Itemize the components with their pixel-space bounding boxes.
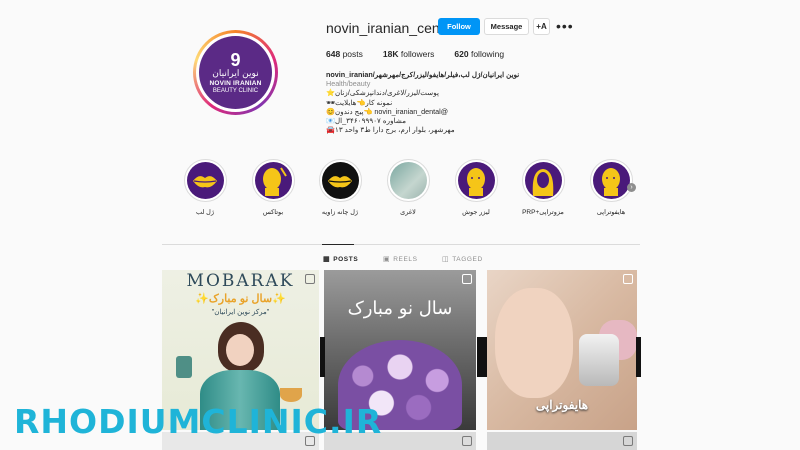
tab-reels[interactable]: ▣ REELS bbox=[383, 255, 418, 264]
post-title: ✨سال نو مبارک✨ bbox=[195, 293, 286, 305]
highlight-lip-gel[interactable]: ژل لب bbox=[175, 159, 235, 216]
post-title: هایفوتراپی bbox=[535, 398, 589, 412]
reels-icon: ▣ bbox=[383, 256, 391, 263]
illustration-vase bbox=[176, 356, 192, 378]
highlight-label: هایفوتراپی bbox=[596, 209, 626, 216]
highlight-ring bbox=[589, 159, 633, 202]
tab-reels-label: REELS bbox=[393, 255, 418, 263]
bio-category: Health/beauty bbox=[326, 79, 371, 89]
following-count: 620 bbox=[454, 49, 469, 59]
face-photo bbox=[495, 288, 573, 398]
grid-icon: ▦ bbox=[323, 256, 331, 263]
highlight-botox[interactable]: بوتاکس bbox=[243, 159, 303, 216]
face-icon bbox=[457, 162, 495, 199]
add-user-icon: +A bbox=[536, 22, 547, 31]
suggest-user-button[interactable]: +A bbox=[533, 18, 550, 35]
avatar-frame: 9 نوین ایرانیان NOVIN IRANIAN BEAUTY CLI… bbox=[196, 33, 275, 112]
highlight-label: لاغری bbox=[400, 209, 416, 216]
post-title: سال نو مبارک bbox=[347, 298, 453, 319]
profile-avatar[interactable]: 9 نوین ایرانیان NOVIN IRANIAN BEAUTY CLI… bbox=[193, 30, 278, 115]
highlight-label: ژل چانه زاویه bbox=[321, 209, 359, 216]
reel-icon bbox=[623, 274, 633, 284]
follow-button[interactable]: Follow bbox=[438, 18, 480, 35]
bio-line: 🕶نمونه کار👈هایلایت bbox=[326, 97, 393, 107]
photo-thumbnail bbox=[389, 162, 427, 199]
highlight-label: بوتاکس bbox=[262, 209, 284, 216]
lips-icon bbox=[186, 162, 224, 199]
illustration-bowl bbox=[280, 388, 302, 402]
illustration-face bbox=[226, 334, 254, 366]
post-tile[interactable]: هایفوتراپی bbox=[487, 270, 637, 430]
post-tile[interactable] bbox=[487, 432, 637, 450]
hair-face-icon bbox=[524, 162, 562, 199]
posts-label: posts bbox=[342, 49, 363, 59]
active-tab-indicator bbox=[322, 244, 354, 245]
tagged-icon: ◫ bbox=[442, 256, 450, 263]
highlight-slimming[interactable]: لاغری bbox=[378, 159, 438, 216]
instagram-profile-page: 9 نوین ایرانیان NOVIN IRANIAN BEAUTY CLI… bbox=[0, 0, 800, 450]
chevron-right-icon[interactable]: › bbox=[627, 183, 636, 192]
highlight-label: ژل لب bbox=[195, 209, 215, 216]
reel-icon bbox=[305, 274, 315, 284]
highlight-ring bbox=[386, 159, 430, 202]
highlight-prp[interactable]: PRP+مزوتراپی bbox=[513, 159, 573, 216]
watermark-text: RHODIUMCLINIC.IR bbox=[14, 402, 383, 441]
profile-bio: novin_iranian/نوین ایرانیان/ژل لب،فیلر/ه… bbox=[326, 70, 536, 134]
more-options-icon[interactable]: ••• bbox=[556, 18, 574, 34]
following-stat[interactable]: 620 following bbox=[454, 49, 504, 59]
highlight-ring bbox=[454, 159, 498, 202]
tabs-divider bbox=[162, 244, 640, 245]
avatar-en-line2: BEAUTY CLINIC bbox=[212, 87, 259, 94]
video-letterbox-bar bbox=[320, 337, 325, 377]
video-letterbox-bar bbox=[636, 337, 641, 377]
tab-posts[interactable]: ▦ POSTS bbox=[323, 255, 359, 264]
avatar-fa-text: نوین ایرانیان bbox=[212, 68, 259, 79]
highlight-chin-gel[interactable]: ژل چانه زاویه bbox=[310, 159, 370, 216]
followers-label: followers bbox=[400, 49, 435, 59]
bio-line: 😊پیج دندون👈 novin_iranian_dental@ bbox=[326, 106, 449, 116]
tab-tagged-label: TAGGED bbox=[452, 255, 483, 263]
reel-icon bbox=[462, 274, 472, 284]
bio-line: 📧مشاوره ۳۴۶۰۹۹۹۰۷_ال bbox=[326, 116, 407, 126]
highlight-ring bbox=[251, 159, 295, 202]
post-header-text: MOBARAK bbox=[186, 271, 295, 291]
post-subtitle: "مرکز نوین ایرانیان" bbox=[211, 309, 270, 316]
bio-line: ⭐پوست/لیزر/لاغری/دندانپزشکی/زنان bbox=[326, 88, 440, 98]
tab-tagged[interactable]: ◫ TAGGED bbox=[442, 255, 483, 264]
highlight-label: PRP+مزوتراپی bbox=[522, 209, 564, 216]
video-letterbox-bar bbox=[482, 337, 487, 377]
profile-stats: 648 posts 18K followers 620 following bbox=[326, 49, 504, 59]
lips-icon bbox=[321, 162, 359, 199]
avatar-number: 9 bbox=[230, 49, 241, 70]
highlight-ring bbox=[521, 159, 565, 202]
highlight-acne-laser[interactable]: لیزر جوش bbox=[446, 159, 506, 216]
message-button[interactable]: Message bbox=[484, 18, 529, 35]
posts-count: 648 bbox=[326, 49, 341, 59]
followers-count: 18K bbox=[382, 49, 399, 59]
highlight-label: لیزر جوش bbox=[462, 209, 490, 216]
tab-posts-label: POSTS bbox=[333, 255, 359, 263]
avatar-logo: 9 نوین ایرانیان NOVIN IRANIAN BEAUTY CLI… bbox=[199, 36, 272, 109]
followers-stat[interactable]: 18K followers bbox=[383, 49, 435, 59]
botox-face-icon bbox=[254, 162, 292, 199]
hifu-device-photo bbox=[579, 334, 619, 386]
face-icon bbox=[592, 162, 630, 199]
bio-line: 🚘مهرشهر، بلوار ارم، برج دارا ط۳ واحد ۱۳ bbox=[326, 125, 455, 135]
reel-icon bbox=[462, 436, 472, 446]
following-label: following bbox=[470, 49, 505, 59]
highlight-ring bbox=[183, 159, 227, 202]
reel-icon bbox=[623, 436, 633, 446]
bio-name: novin_iranian/نوین ایرانیان/ژل لب،فیلر/ه… bbox=[326, 70, 520, 79]
highlight-ring bbox=[318, 159, 362, 202]
avatar-en-line1: NOVIN IRANIAN bbox=[209, 79, 262, 87]
posts-stat: 648 posts bbox=[326, 49, 363, 59]
